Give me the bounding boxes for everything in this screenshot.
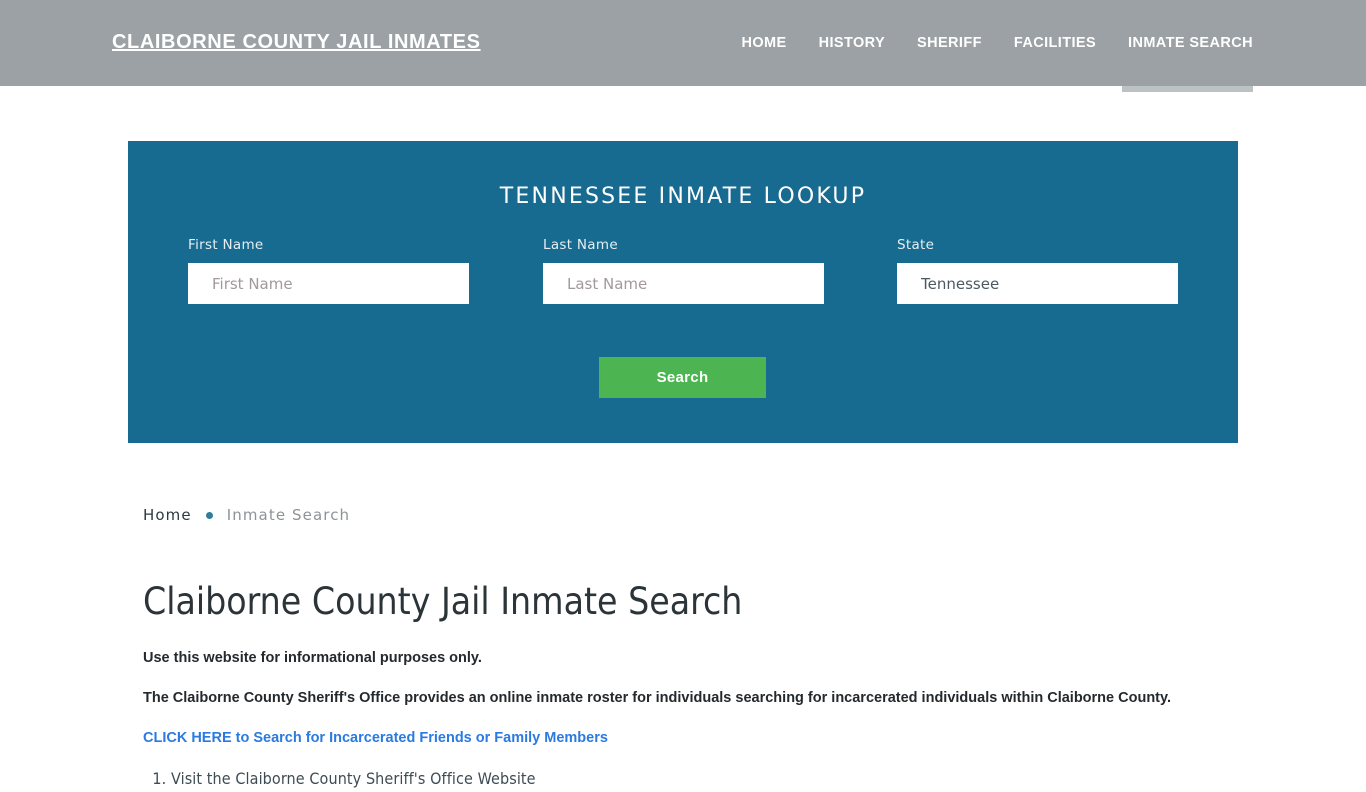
state-field-group: State <box>897 237 1178 304</box>
steps-list: Visit the Claiborne County Sheriff's Off… <box>143 748 1243 792</box>
nav-item-history[interactable]: HISTORY <box>803 32 901 54</box>
state-input[interactable] <box>897 263 1178 304</box>
click-here-search-link[interactable]: CLICK HERE to Search for Incarcerated Fr… <box>143 730 608 746</box>
last-name-input[interactable] <box>543 263 824 304</box>
lookup-fields-row: First Name Last Name State <box>128 237 1238 307</box>
search-link-line: CLICK HERE to Search for Incarcerated Fr… <box>143 708 1243 748</box>
state-label: State <box>897 237 935 253</box>
nav-item-inmate-search[interactable]: INMATE SEARCH <box>1112 32 1253 54</box>
breadcrumb-current: Inmate Search <box>226 506 351 524</box>
first-name-field-group: First Name <box>188 237 469 304</box>
breadcrumb-home[interactable]: Home <box>143 506 192 524</box>
first-name-input[interactable] <box>188 263 469 304</box>
main-content: Claiborne County Jail Inmate Search Use … <box>143 578 1243 792</box>
lookup-panel-title: TENNESSEE INMATE LOOKUP <box>499 184 867 209</box>
list-item: Visit the Claiborne County Sheriff's Off… <box>171 766 1243 792</box>
nav-item-home[interactable]: HOME <box>725 32 802 54</box>
site-header: CLAIBORNE COUNTY JAIL INMATES HOME HISTO… <box>0 0 1366 92</box>
page-title: Claiborne County Jail Inmate Search <box>143 580 743 623</box>
search-button[interactable]: Search <box>599 357 766 398</box>
description-paragraph: The Claiborne County Sheriff's Office pr… <box>143 690 1172 706</box>
nav-item-sheriff[interactable]: SHERIFF <box>901 32 998 54</box>
first-name-label: First Name <box>188 237 264 253</box>
breadcrumb: Home Inmate Search <box>143 506 350 524</box>
nav-active-indicator <box>1122 86 1253 92</box>
inmate-lookup-panel: TENNESSEE INMATE LOOKUP First Name Last … <box>128 141 1238 443</box>
main-navigation: HOME HISTORY SHERIFF FACILITIES INMATE S… <box>725 32 1253 54</box>
intro-paragraph: Use this website for informational purpo… <box>143 650 482 666</box>
nav-item-facilities[interactable]: FACILITIES <box>998 32 1112 54</box>
last-name-field-group: Last Name <box>543 237 824 304</box>
site-brand[interactable]: CLAIBORNE COUNTY JAIL INMATES <box>112 31 481 54</box>
breadcrumb-separator-dot-icon <box>205 511 213 519</box>
last-name-label: Last Name <box>543 237 618 253</box>
